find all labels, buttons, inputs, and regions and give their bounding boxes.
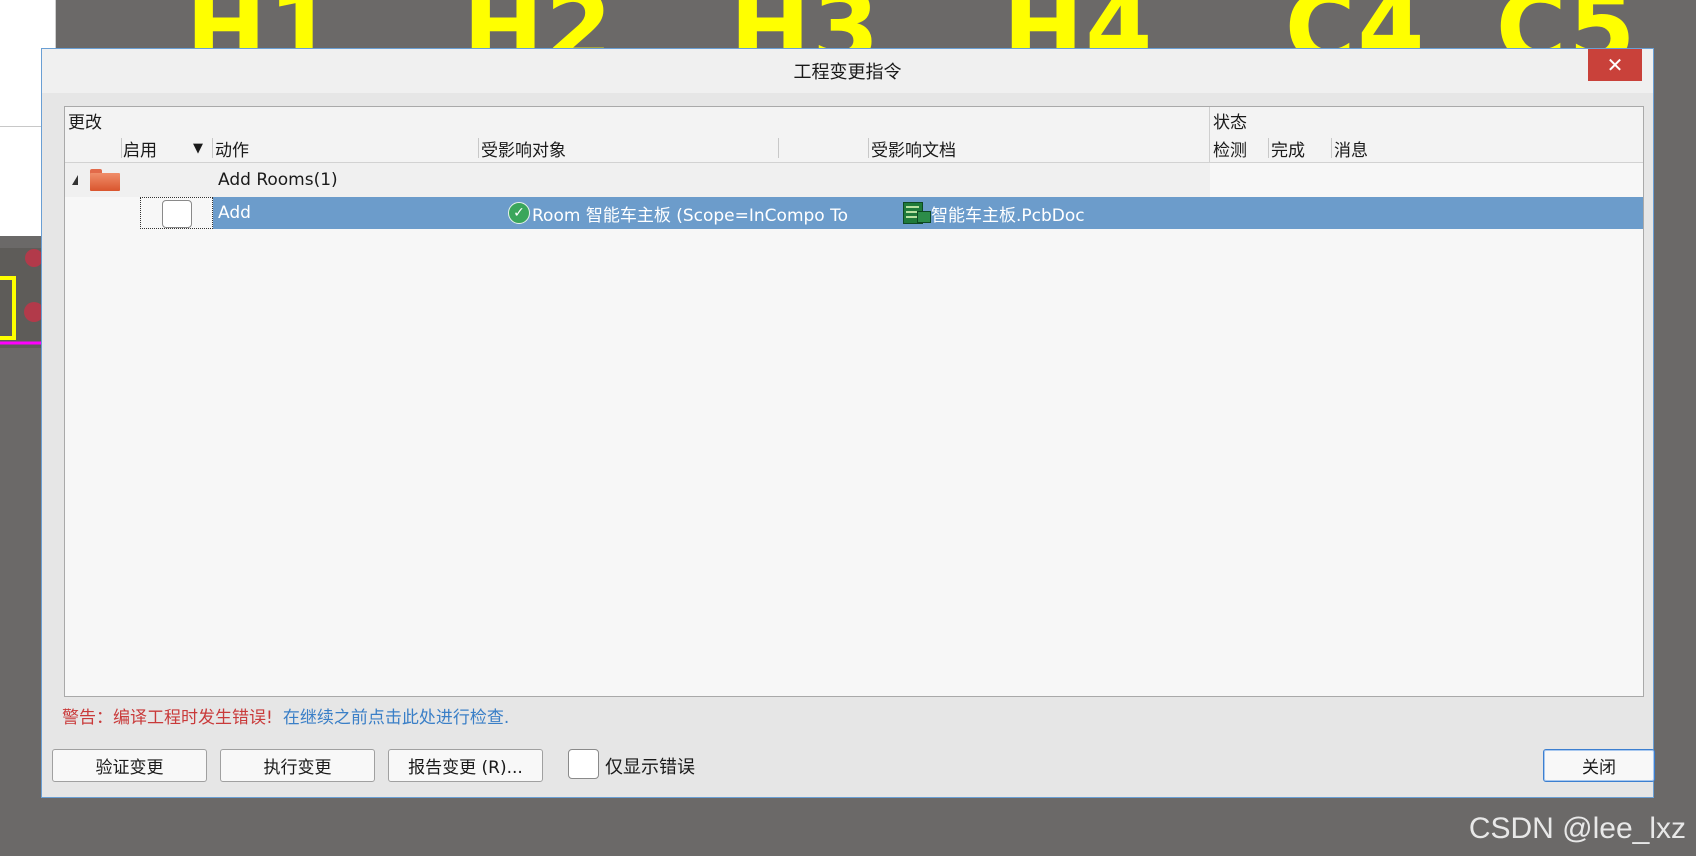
pcb-document-icon bbox=[903, 202, 933, 224]
header-column-row: 启用 ▼ 动作 受影响对象 受影响文档 检测 完成 消息 bbox=[65, 134, 1643, 163]
execute-changes-button[interactable]: 执行变更 bbox=[220, 749, 375, 782]
row-action: Add bbox=[218, 203, 251, 223]
column-action[interactable]: 动作 bbox=[215, 134, 249, 162]
dialog-title: 工程变更指令 bbox=[793, 62, 902, 83]
sort-down-icon[interactable]: ▼ bbox=[193, 134, 203, 162]
table-row[interactable]: Add ✓ Room 智能车主板 (Scope=InCompo To 智能车主板… bbox=[65, 197, 1643, 229]
group-row-add-rooms[interactable]: Add Rooms(1) bbox=[65, 163, 1643, 197]
validate-changes-button[interactable]: 验证变更 bbox=[52, 749, 207, 782]
report-changes-button[interactable]: 报告变更 (R)... bbox=[388, 749, 543, 782]
column-affected-document[interactable]: 受影响文档 bbox=[871, 134, 956, 162]
column-affected-object[interactable]: 受影响对象 bbox=[481, 134, 566, 162]
column-message[interactable]: 消息 bbox=[1334, 134, 1368, 162]
header-group-row: 更改 状态 bbox=[65, 107, 1643, 135]
warning-link[interactable]: 在继续之前点击此处进行检查. bbox=[283, 708, 509, 728]
dialog-titlebar: 工程变更指令 ✕ bbox=[42, 49, 1653, 93]
changes-grid: 更改 状态 启用 ▼ 动作 受影响对象 受影响文档 检测 完成 消息 Add R… bbox=[64, 106, 1644, 697]
only-errors-checkbox[interactable] bbox=[568, 749, 599, 779]
column-check[interactable]: 检测 bbox=[1213, 134, 1247, 162]
collapse-triangle-icon[interactable] bbox=[72, 175, 78, 185]
warning-line: 警告：编译工程时发生错误! 在继续之前点击此处进行检查. bbox=[62, 703, 509, 728]
eco-dialog: 工程变更指令 ✕ 更改 状态 启用 ▼ 动作 受影响对象 受影响文档 检测 完成… bbox=[41, 48, 1655, 798]
column-enable[interactable]: 启用 bbox=[123, 134, 157, 162]
pcb-canvas-right bbox=[1669, 48, 1696, 798]
pcb-traces bbox=[0, 248, 44, 348]
group-label: Add Rooms(1) bbox=[218, 170, 338, 190]
close-button[interactable]: 关闭 bbox=[1543, 749, 1655, 782]
enable-checkbox[interactable] bbox=[162, 200, 192, 228]
pcb-canvas-top: H1 H2 H3 H4 C4 C5 bbox=[0, 0, 1696, 76]
row-affected-object: Room 智能车主板 (Scope=InCompo To bbox=[532, 205, 848, 226]
only-errors-label: 仅显示错误 bbox=[605, 757, 695, 778]
close-icon[interactable]: ✕ bbox=[1588, 49, 1642, 81]
watermark: CSDN @lee_lxz bbox=[1468, 812, 1686, 845]
warning-text: 警告：编译工程时发生错误! bbox=[62, 708, 273, 728]
enable-checkbox-cell[interactable] bbox=[140, 197, 213, 229]
folder-icon bbox=[90, 169, 120, 191]
column-done[interactable]: 完成 bbox=[1271, 134, 1305, 162]
header-status: 状态 bbox=[1213, 113, 1247, 133]
row-affected-document: 智能车主板.PcbDoc bbox=[931, 205, 1085, 226]
check-circle-icon: ✓ bbox=[508, 202, 530, 224]
header-changes: 更改 bbox=[68, 113, 102, 133]
